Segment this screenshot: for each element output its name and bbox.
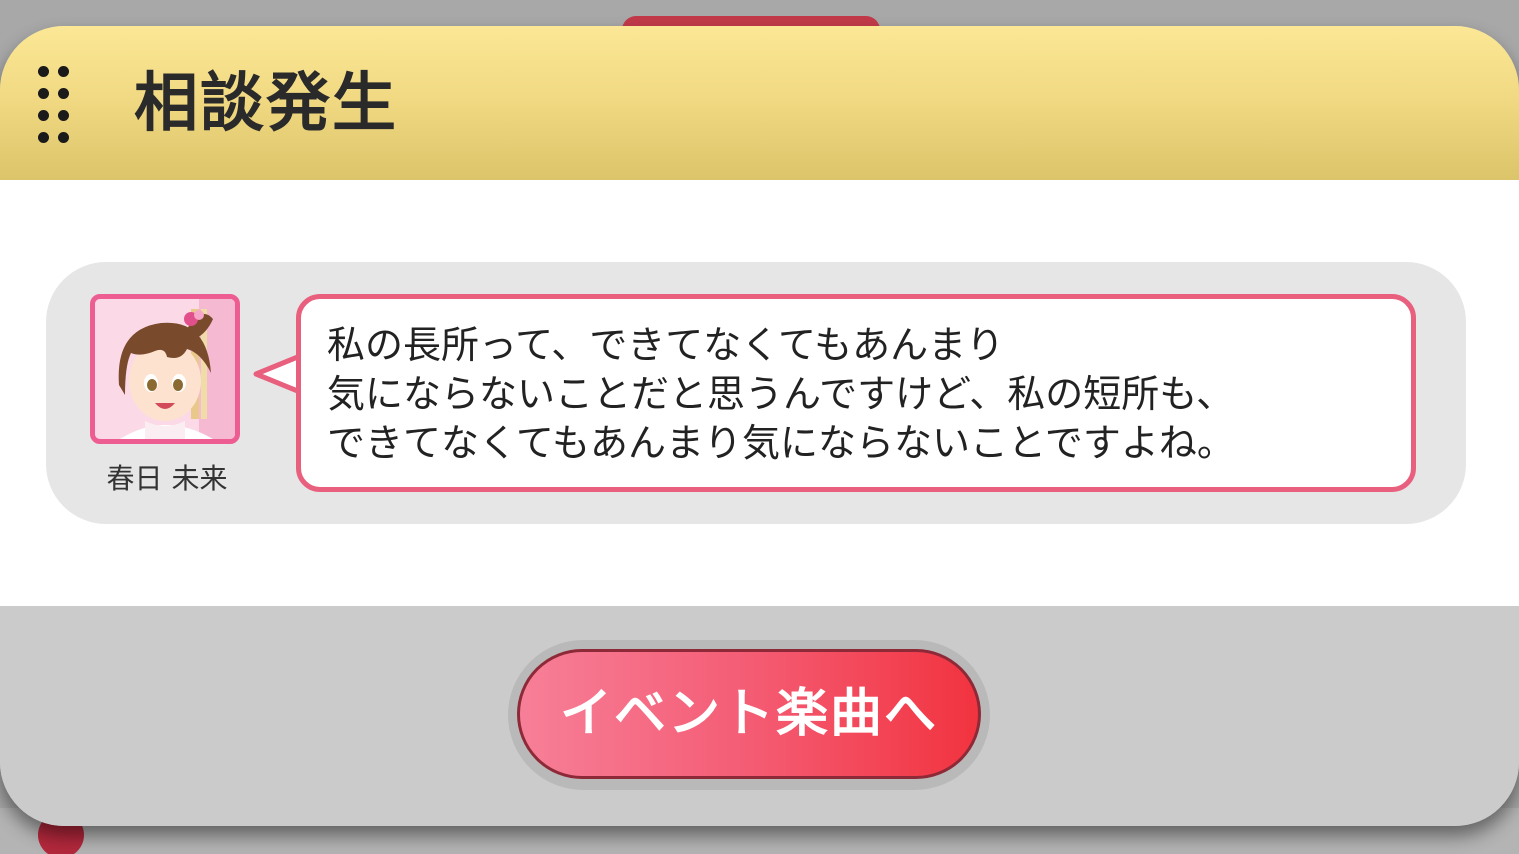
dialog-title: 相談発生	[134, 67, 398, 141]
character-avatar	[90, 294, 240, 444]
message-card: 春日 未来 私の長所って、できてなくてもあんまり 気にならないことだと思うんです…	[46, 262, 1466, 524]
consultation-dialog: 相談発生 春日 未来 私の長所って、できてなくてもあんまり 気にならないことだと…	[0, 26, 1519, 826]
button-frame: イベント楽曲へ	[508, 640, 990, 790]
message-text: 私の長所って、できてなくてもあんまり 気にならないことだと思うんですけど、私の短…	[327, 323, 1235, 465]
speech-bubble-tail	[253, 354, 302, 394]
speech-bubble: 私の長所って、できてなくてもあんまり 気にならないことだと思うんですけど、私の短…	[296, 294, 1416, 492]
dialog-header: 相談発生	[0, 26, 1519, 180]
speaker-name: 春日 未来	[106, 462, 228, 495]
avatar-portrait-icon	[95, 299, 235, 439]
screen: 相談発生 春日 未来 私の長所って、できてなくてもあんまり 気にならないことだと…	[0, 0, 1519, 854]
dialog-body: 春日 未来 私の長所って、できてなくてもあんまり 気にならないことだと思うんです…	[0, 180, 1519, 606]
drag-handle-icon[interactable]	[38, 66, 78, 146]
event-song-button[interactable]: イベント楽曲へ	[517, 649, 981, 779]
dialog-footer: イベント楽曲へ	[0, 606, 1519, 826]
